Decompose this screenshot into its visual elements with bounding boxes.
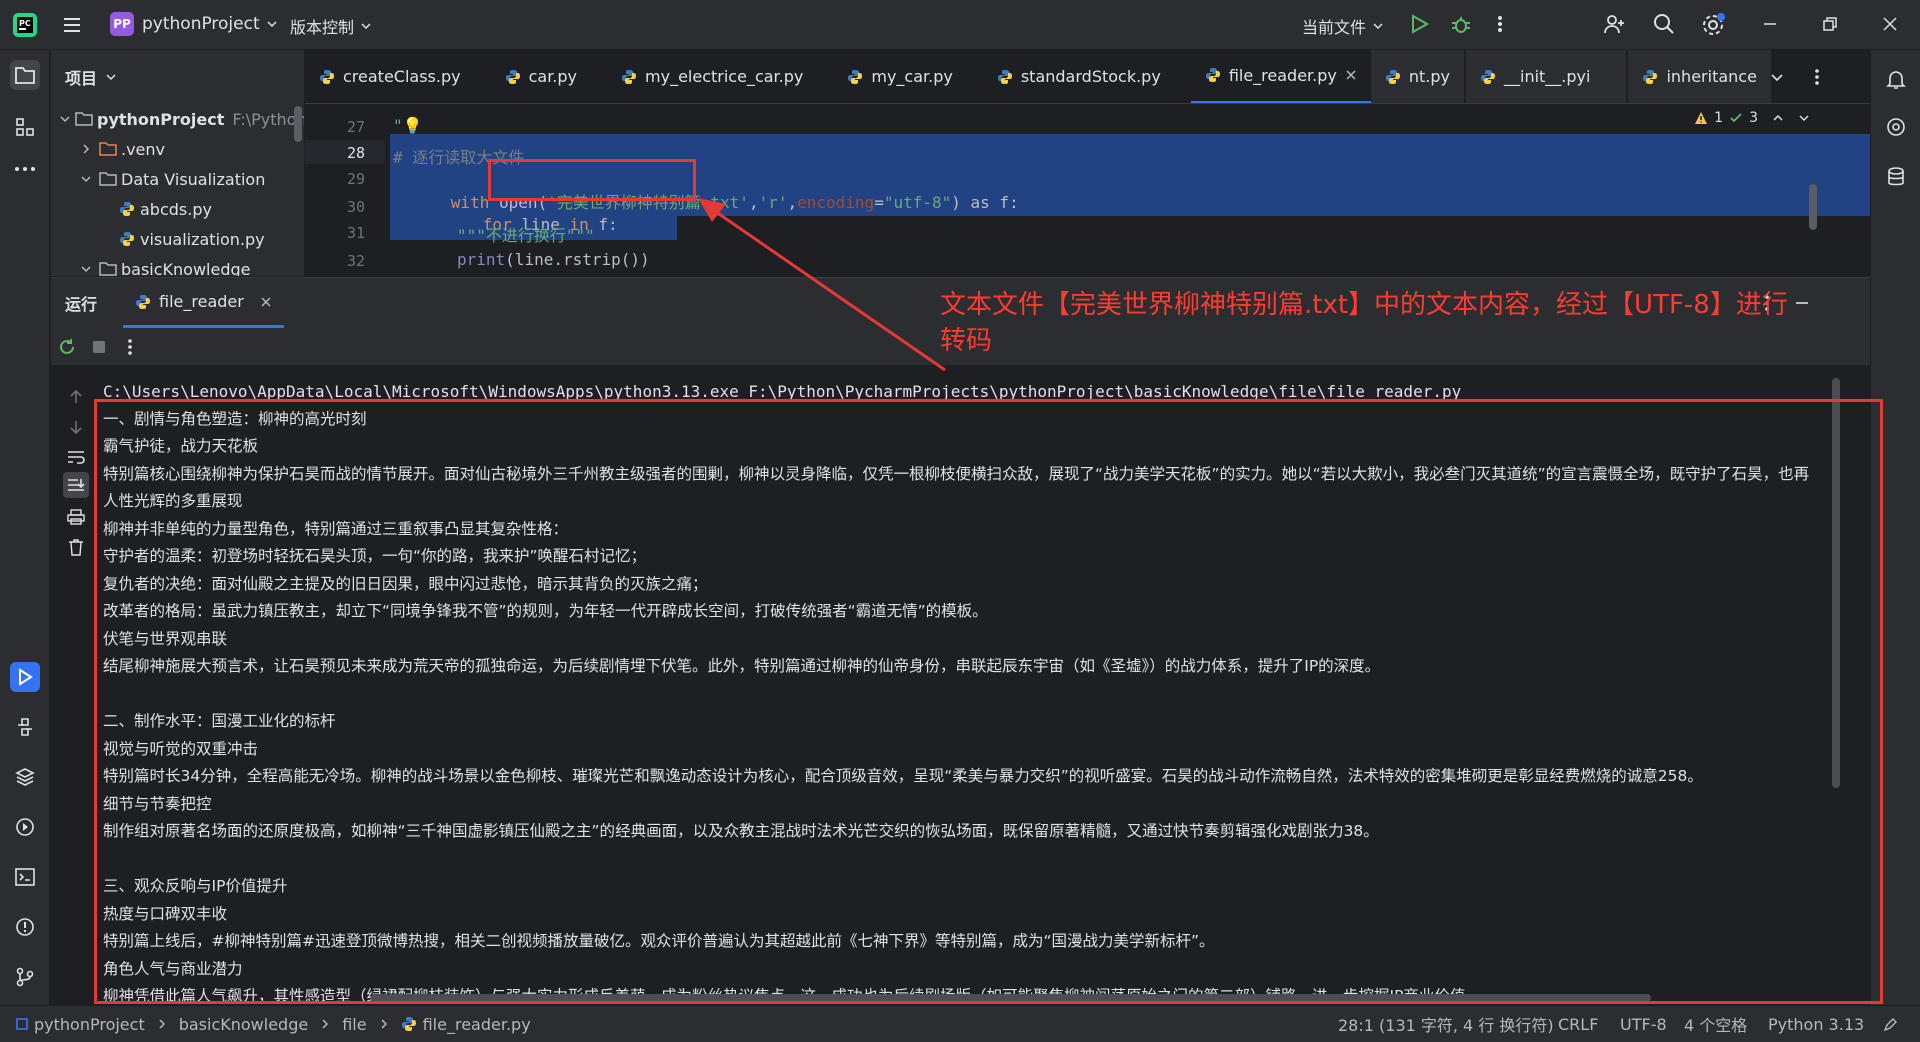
chevron-right-icon [379, 1018, 389, 1030]
indent-setting[interactable]: 4 个空格 [1684, 1012, 1747, 1036]
breadcrumb-item[interactable]: basicKnowledge [179, 1015, 309, 1034]
breadcrumb-item[interactable]: pythonProject [34, 1015, 145, 1034]
line-separator[interactable]: CRLF [1558, 1015, 1598, 1034]
status-bar: pythonProject basicKnowledge file file_r… [0, 1005, 1920, 1042]
python-interpreter[interactable]: Python 3.13 [1768, 1015, 1864, 1034]
file-encoding[interactable]: UTF-8 [1620, 1015, 1667, 1034]
caret-position[interactable]: 28:1 (131 字符, 4 行 换行符) [1338, 1012, 1554, 1036]
python-file-icon [401, 1016, 417, 1032]
chevron-right-icon [157, 1018, 167, 1030]
annotation-arrow [698, 198, 946, 372]
chevron-right-icon [320, 1018, 330, 1030]
lock-edit-icon[interactable] [1882, 1017, 1898, 1033]
breadcrumb-item[interactable]: file [342, 1015, 366, 1034]
breadcrumb-item[interactable]: file_reader.py [423, 1015, 531, 1034]
project-square-icon [16, 1018, 28, 1030]
annotation-text: 文本文件【完美世界柳神特别篇.txt】中的文本内容，经过【UTF-8】进行转码 [940, 290, 1788, 356]
